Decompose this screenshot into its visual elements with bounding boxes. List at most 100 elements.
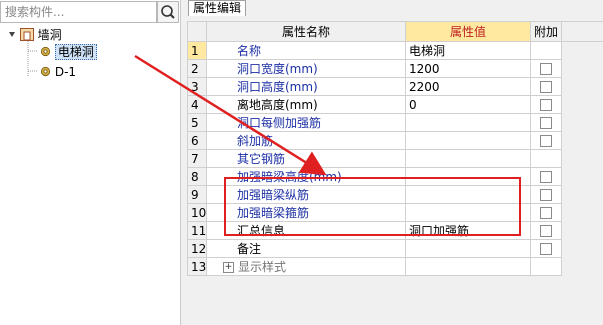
tree-item-root[interactable]: 墙洞 [8,27,62,43]
collapse-triangle-icon[interactable] [8,31,16,39]
property-name[interactable]: 斜加筋 [206,131,406,150]
row-number: 11 [187,221,207,240]
property-value[interactable] [405,131,531,150]
row-number: 12 [187,239,207,258]
filler-cell [561,167,603,186]
table-row[interactable]: 4 离地高度(mm) 0 [187,95,603,114]
gear-icon [40,46,51,57]
extra-cell [530,239,562,258]
table-row[interactable]: 6 斜加筋 [187,131,603,150]
property-name-group[interactable]: + 显示样式 [206,257,406,276]
table-row[interactable]: 7 其它钢筋 [187,149,603,168]
property-value[interactable] [405,257,531,276]
filler-cell [561,221,603,240]
row-number: 2 [187,59,207,78]
tree-item-label: 电梯洞 [54,44,97,60]
row-number: 7 [187,149,207,168]
wall-opening-icon [19,28,34,41]
filler-cell [561,239,603,258]
extra-cell [530,131,562,150]
property-panel: 属性编辑 属性名称 属性值 附加 1 名称 电梯洞 2 洞口宽度(mm) 120… [181,0,603,325]
filler-header [561,21,603,42]
extra-checkbox[interactable] [540,207,552,219]
extra-cell [530,95,562,114]
row-number: 8 [187,167,207,186]
component-tree: 墙洞 电梯洞 D-1 [0,27,180,87]
property-value-header[interactable]: 属性值 [405,21,531,42]
property-name[interactable]: 洞口每侧加强筋 [206,113,406,132]
extra-checkbox[interactable] [540,225,552,237]
row-number: 3 [187,77,207,96]
property-name[interactable]: 洞口宽度(mm) [206,59,406,78]
extra-checkbox[interactable] [540,171,552,183]
search-input[interactable]: 搜索构件... [0,1,157,23]
row-number: 5 [187,113,207,132]
filler-cell [561,203,603,222]
filler-cell [561,95,603,114]
property-name: 显示样式 [238,260,287,274]
property-name-header[interactable]: 属性名称 [206,21,406,42]
annotation-highlight-box [224,177,521,236]
extra-checkbox[interactable] [540,117,552,129]
filler-cell [561,131,603,150]
extra-cell [530,167,562,186]
expand-plus-icon[interactable]: + [223,262,234,273]
search-icon [161,5,175,19]
filler-cell [561,257,603,276]
extra-cell [530,203,562,222]
tab-property-edit[interactable]: 属性编辑 [188,0,247,16]
property-value[interactable] [405,239,531,258]
property-value[interactable]: 1200 [405,59,531,78]
property-value[interactable]: 电梯洞 [405,41,531,60]
tree-item-d1[interactable]: D-1 [40,64,76,80]
grid-header-row: 属性名称 属性值 附加 [187,21,603,42]
property-name[interactable]: 其它钢筋 [206,149,406,168]
extra-cell [530,149,562,168]
row-number: 9 [187,185,207,204]
extra-header[interactable]: 附加 [530,21,562,42]
extra-checkbox[interactable] [540,189,552,201]
table-row[interactable]: 13 + 显示样式 [187,257,603,276]
row-number: 1 [187,41,207,60]
filler-cell [561,185,603,204]
tree-item-elevator-opening[interactable]: 电梯洞 [40,44,97,60]
property-name[interactable]: 备注 [206,239,406,258]
extra-cell [530,59,562,78]
table-row[interactable]: 3 洞口高度(mm) 2200 [187,77,603,96]
table-row[interactable]: 5 洞口每侧加强筋 [187,113,603,132]
row-number: 10 [187,203,207,222]
tree-item-label: 墙洞 [37,28,62,42]
extra-cell [530,221,562,240]
tree-item-label: D-1 [54,65,77,79]
tab-bar: 属性编辑 [181,0,603,16]
extra-checkbox[interactable] [540,99,552,111]
filler-cell [561,41,603,60]
property-name[interactable]: 洞口高度(mm) [206,77,406,96]
filler-cell [561,149,603,168]
property-name[interactable]: 离地高度(mm) [206,95,406,114]
row-number: 4 [187,95,207,114]
search-button[interactable] [157,1,179,23]
property-value[interactable]: 2200 [405,77,531,96]
extra-cell [530,41,562,60]
row-number: 6 [187,131,207,150]
extra-checkbox[interactable] [540,81,552,93]
row-number-header [187,21,207,42]
filler-cell [561,77,603,96]
filler-cell [561,113,603,132]
property-name[interactable]: 名称 [206,41,406,60]
extra-checkbox[interactable] [540,243,552,255]
extra-cell [530,77,562,96]
table-row[interactable]: 1 名称 电梯洞 [187,41,603,60]
gear-icon [40,66,51,77]
extra-cell [530,257,562,276]
property-value[interactable] [405,113,531,132]
extra-checkbox[interactable] [540,63,552,75]
row-number: 13 [187,257,207,276]
table-row[interactable]: 2 洞口宽度(mm) 1200 [187,59,603,78]
extra-cell [530,185,562,204]
table-row[interactable]: 12 备注 [187,239,603,258]
property-value[interactable] [405,149,531,168]
extra-checkbox[interactable] [540,135,552,147]
property-value[interactable]: 0 [405,95,531,114]
